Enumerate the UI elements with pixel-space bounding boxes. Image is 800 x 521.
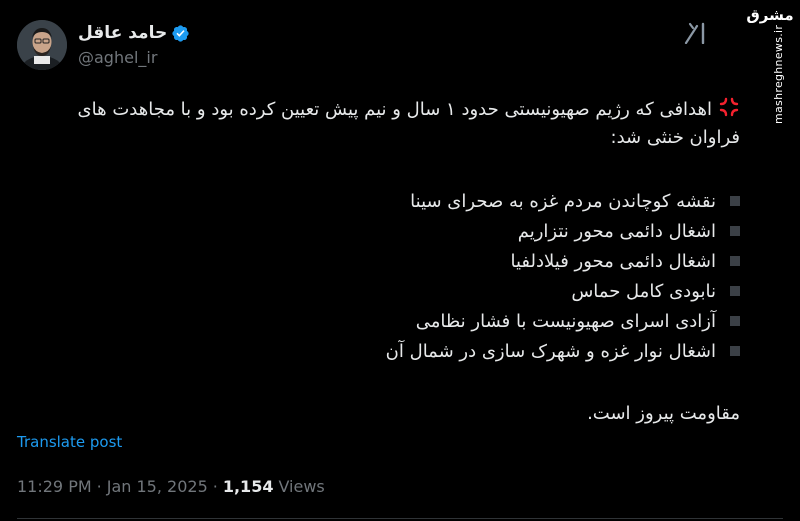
display-name-row: حامد عاقل <box>78 22 190 44</box>
list-item-text: نابودی کامل حماس <box>571 280 716 302</box>
verified-badge-icon[interactable] <box>171 24 190 43</box>
list-item: آزادی اسرای صهیونیست با فشار نظامی <box>386 306 740 336</box>
tweet-intro-text: اهدافی که رژیم صهیونیستی حدود ۱ سال و نی… <box>77 99 740 148</box>
views-count: 1,154 <box>222 477 274 496</box>
goals-list: نقشه کوچاندن مردم غزه به صحرای سینا اشغا… <box>386 186 740 366</box>
watermark-logo: مشرق <box>746 6 794 24</box>
tweet-intro: اهدافی که رژیم صهیونیستی حدود ۱ سال و نی… <box>40 96 740 152</box>
display-name[interactable]: حامد عاقل <box>78 22 167 44</box>
list-item-text: اشغال نوار غزه و شهرک سازی در شمال آن <box>385 340 716 362</box>
bullet-square-icon <box>730 256 740 266</box>
list-item-text: اشغال دائمی محور نتزاریم <box>517 220 716 242</box>
x-grok-icon[interactable] <box>684 22 708 45</box>
post-time[interactable]: 11:29 PM <box>17 477 92 496</box>
avatar[interactable] <box>17 20 67 70</box>
list-item: اشغال دائمی محور فیلادلفیا <box>386 246 740 276</box>
bullet-square-icon <box>730 196 740 206</box>
avatar-image <box>17 20 67 70</box>
list-item: اشغال نوار غزه و شهرک سازی در شمال آن <box>386 336 740 366</box>
views-label: Views <box>278 477 325 496</box>
user-handle[interactable]: @aghel_ir <box>78 48 190 68</box>
bullet-square-icon <box>730 316 740 326</box>
list-item-text: اشغال دائمی محور فیلادلفیا <box>510 250 716 272</box>
bullet-square-icon <box>730 226 740 236</box>
list-item-text: نقشه کوچاندن مردم غزه به صحرای سینا <box>410 190 716 212</box>
list-item: اشغال دائمی محور نتزاریم <box>386 216 740 246</box>
tweet-card: حامد عاقل @aghel_ir مشرق mashreghnews.ir <box>0 0 800 521</box>
post-meta: 11:29 PM · Jan 15, 2025 · 1,154 Views <box>17 477 325 496</box>
translate-post-link[interactable]: Translate post <box>17 433 122 451</box>
user-info: حامد عاقل @aghel_ir <box>78 22 190 68</box>
list-item: نقشه کوچاندن مردم غزه به صحرای سینا <box>386 186 740 216</box>
meta-separator: · <box>96 477 102 496</box>
meta-separator: · <box>212 477 218 496</box>
watermark-url: mashreghnews.ir <box>772 24 785 124</box>
post-date[interactable]: Jan 15, 2025 <box>107 477 208 496</box>
list-item: نابودی کامل حماس <box>386 276 740 306</box>
bullet-square-icon <box>730 286 740 296</box>
bullet-square-icon <box>730 346 740 356</box>
anger-symbol-icon <box>718 96 740 118</box>
tweet-closing: مقاومت پیروز است. <box>587 403 740 424</box>
list-item-text: آزادی اسرای صهیونیست با فشار نظامی <box>415 310 716 332</box>
divider <box>17 518 783 519</box>
